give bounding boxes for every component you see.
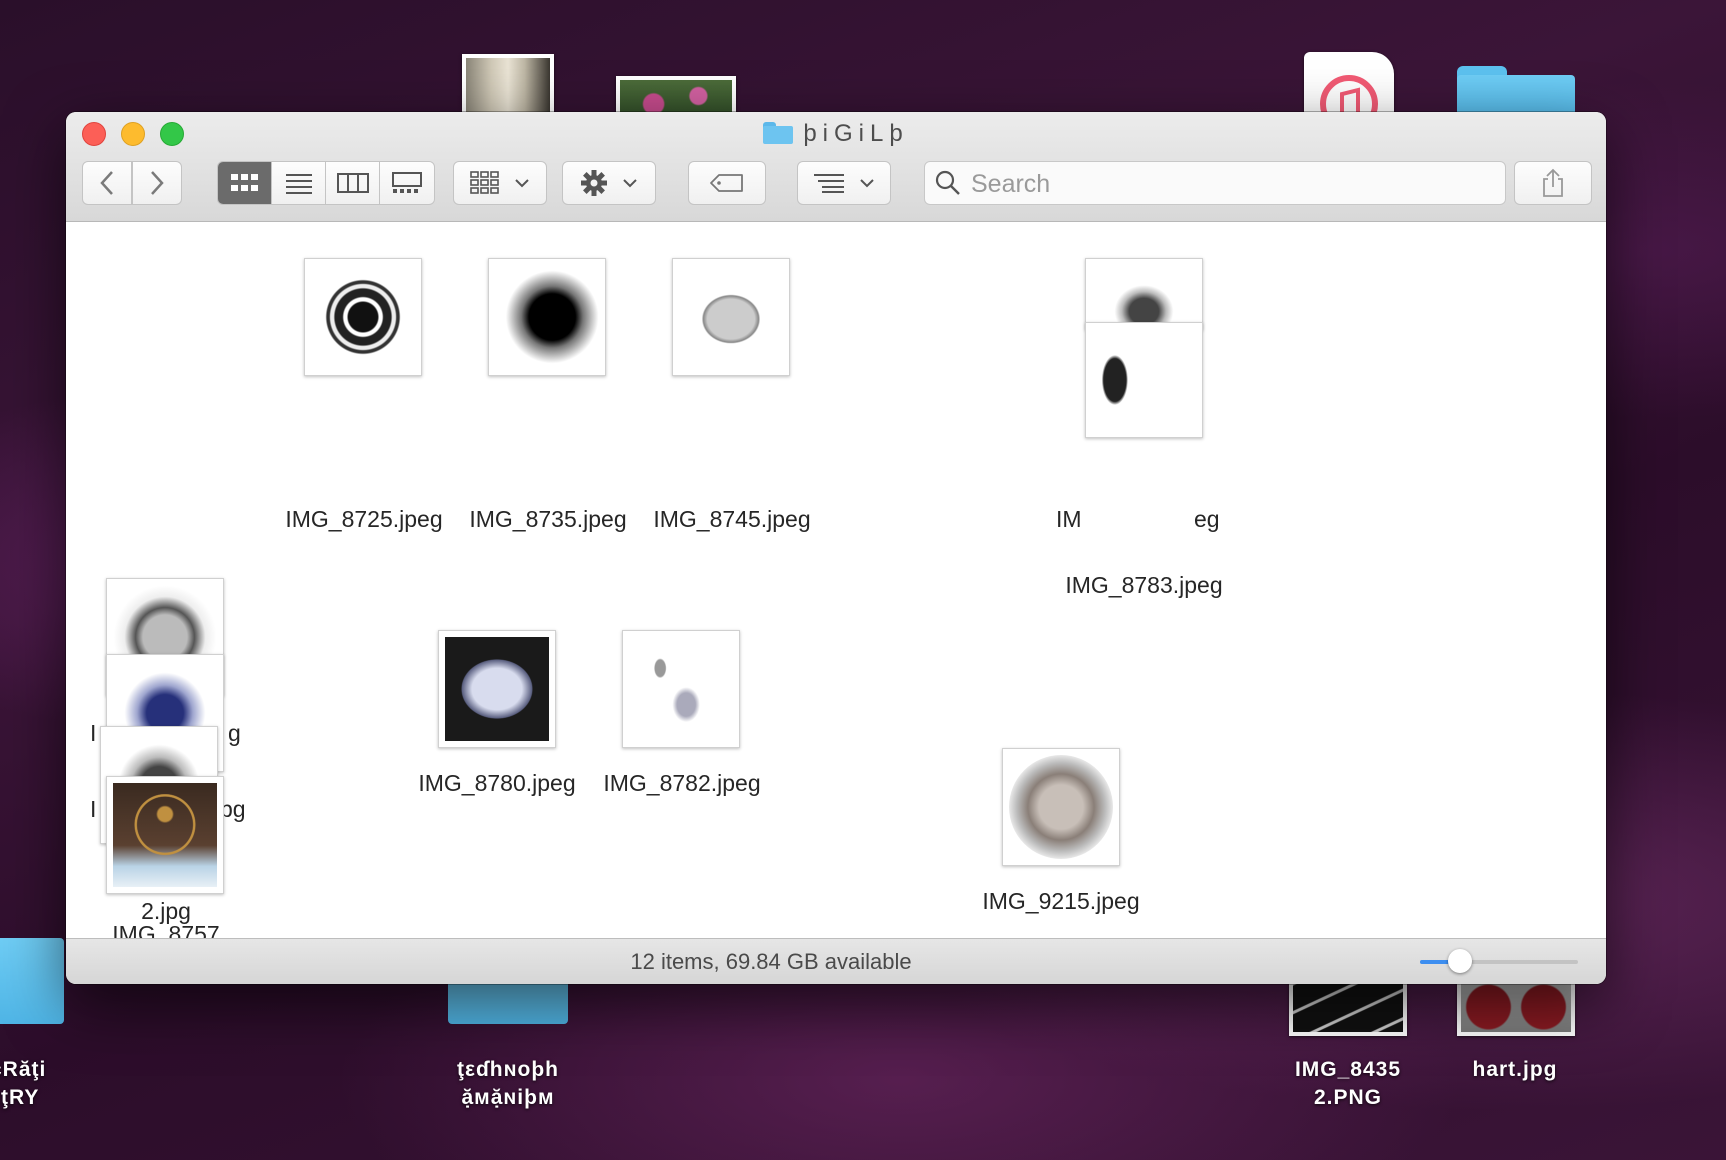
file-name-fragment: IM — [1056, 506, 1082, 532]
file-thumbnail[interactable] — [1085, 258, 1203, 330]
icon-view-button[interactable] — [218, 162, 272, 204]
file-name[interactable]: IMG_8783.jpeg — [1054, 570, 1234, 600]
desktop-folder-icon[interactable] — [0, 938, 64, 1024]
group-grid-icon — [470, 171, 499, 194]
folder-icon — [763, 122, 794, 144]
search-field[interactable] — [924, 161, 1506, 206]
file-name[interactable]: IMG_8782.jpeg — [592, 768, 772, 798]
finder-window: þiGiLþ Search IMG_8725.jpeg IMG_8735.jpe… — [66, 112, 1606, 984]
desktop-item-label: ţεɗhɴoþh ặмặɴiþм — [456, 1058, 559, 1109]
window-title: þiGiLþ — [66, 120, 1606, 148]
file-thumbnail[interactable] — [622, 630, 740, 748]
file-name[interactable]: IMG_9215.jpeg — [971, 886, 1151, 916]
gallery-view-button[interactable] — [380, 162, 434, 204]
tag-icon — [710, 174, 743, 192]
share-icon — [1543, 168, 1563, 197]
sort-lines-icon — [814, 174, 844, 193]
back-button[interactable] — [82, 161, 132, 205]
status-bar: 12 items, 69.84 GB available — [66, 938, 1606, 984]
file-thumbnail[interactable] — [1085, 322, 1203, 438]
chevron-right-icon — [151, 171, 164, 195]
forward-button[interactable] — [132, 161, 182, 205]
file-icon-grid[interactable]: IMG_8725.jpeg IMG_8735.jpeg IMG_8745.jpe… — [66, 222, 1606, 979]
column-view-button[interactable] — [326, 162, 380, 204]
window-title-text: þiGiLþ — [803, 120, 909, 147]
chevron-down-icon — [623, 179, 637, 188]
sort-button[interactable] — [797, 161, 891, 205]
icon-size-slider[interactable] — [1420, 960, 1578, 964]
view-mode-control — [217, 161, 435, 205]
group-by-button[interactable] — [453, 161, 547, 205]
file-name[interactable]: IMG_8735.jpeg — [458, 504, 638, 534]
file-name[interactable]: IMG_8725.jpeg — [274, 504, 454, 534]
file-name-fragment: g — [228, 720, 241, 746]
search-icon — [935, 170, 960, 195]
file-name-fragment: eg — [1194, 506, 1220, 532]
chevron-down-icon — [860, 179, 874, 188]
column-view-icon — [336, 173, 369, 193]
chevron-left-icon — [100, 171, 113, 195]
gear-icon — [581, 170, 607, 196]
file-thumbnail[interactable] — [106, 776, 224, 894]
title-bar[interactable]: þiGiLþ — [66, 112, 1606, 222]
desktop-item-label: cRăţi εţRY — [0, 1058, 47, 1109]
desktop-item-label: IMG_8435 2.PNG — [1294, 1058, 1402, 1109]
file-thumbnail[interactable] — [672, 258, 790, 376]
search-input[interactable] — [969, 162, 1493, 206]
icon-size-slider-knob[interactable] — [1447, 949, 1472, 973]
file-thumbnail[interactable] — [488, 258, 606, 376]
desktop-image-thumbnail[interactable] — [1289, 978, 1407, 1036]
file-thumbnail[interactable] — [438, 630, 556, 748]
file-thumbnail[interactable] — [304, 258, 422, 376]
tag-button[interactable] — [688, 161, 766, 205]
gallery-view-icon — [392, 172, 422, 193]
chevron-down-icon — [515, 179, 529, 188]
action-menu-button[interactable] — [562, 161, 656, 205]
status-text: 12 items, 69.84 GB available — [630, 949, 912, 974]
share-button[interactable] — [1514, 161, 1592, 205]
desktop-item-label: hart.jpg — [1472, 1058, 1558, 1081]
list-view-icon — [285, 174, 312, 194]
icon-view-icon — [230, 174, 258, 191]
file-thumbnail[interactable] — [1002, 748, 1120, 866]
list-view-button[interactable] — [272, 162, 326, 204]
desktop-image-thumbnail[interactable] — [1457, 978, 1575, 1036]
file-name-fragment: pg — [220, 796, 246, 822]
file-name[interactable]: IMG_8780.jpeg — [407, 768, 587, 798]
file-name[interactable]: IMG_8745.jpeg — [642, 504, 822, 534]
